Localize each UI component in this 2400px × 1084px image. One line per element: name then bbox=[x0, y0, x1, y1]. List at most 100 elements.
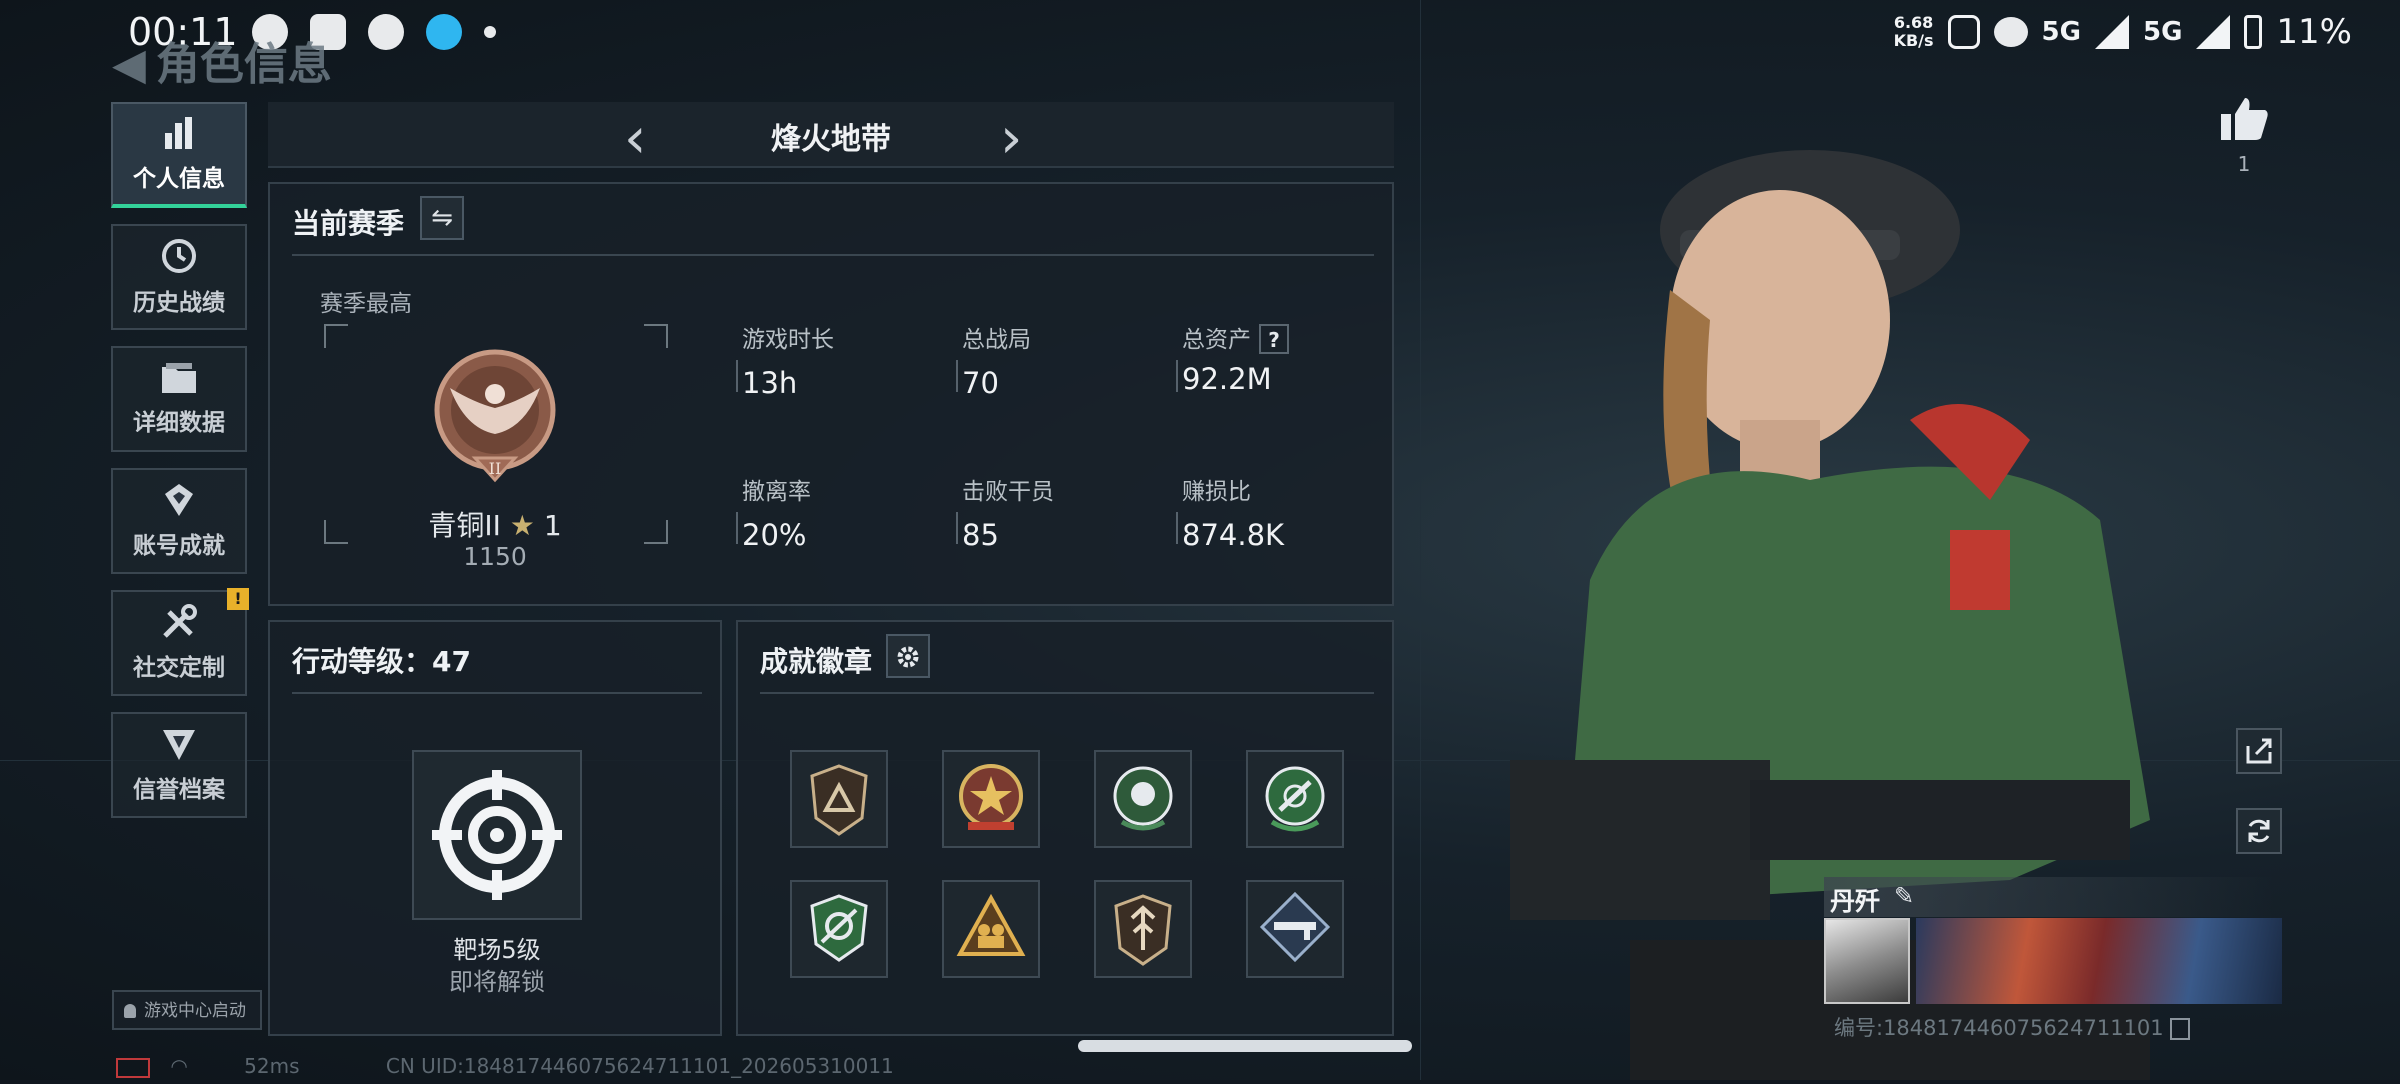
nav-alert-badge: ! bbox=[227, 588, 249, 610]
blue-rifle-badge-icon bbox=[1259, 891, 1331, 963]
name-strip bbox=[1824, 877, 2274, 917]
stat-label: 击败干员 bbox=[962, 479, 1054, 505]
low-battery-icon bbox=[116, 1057, 150, 1078]
next-mode-button[interactable]: › bbox=[1000, 106, 1022, 171]
wifi-icon bbox=[1993, 17, 2028, 47]
nav-item-detail-data[interactable]: 详细数据 bbox=[111, 346, 247, 452]
credit-icon bbox=[163, 730, 195, 760]
cn-uid: CN UID:1848174460756247111­01_2026053100… bbox=[385, 1054, 894, 1078]
home-indicator[interactable] bbox=[1078, 1040, 1412, 1052]
medal-numeral: II bbox=[489, 459, 502, 478]
wifi-small-icon: ◠ bbox=[170, 1054, 188, 1078]
refresh-icon bbox=[2248, 819, 2270, 843]
thumbs-up-icon bbox=[2221, 98, 2268, 140]
nav-label: 历史战绩 bbox=[133, 290, 225, 316]
gold-team-badge-icon bbox=[956, 893, 1026, 956]
rank-name-line: 青铜II ★ 1 bbox=[270, 504, 720, 544]
rank-stars: 1 bbox=[543, 509, 562, 542]
nfc-icon bbox=[1947, 15, 1980, 49]
nav-item-achievements[interactable]: 账号成就 bbox=[111, 468, 247, 574]
range-level-name: 靶场5级 bbox=[453, 936, 541, 964]
badge-slot[interactable] bbox=[1094, 750, 1192, 848]
badge-slot[interactable] bbox=[790, 750, 888, 848]
rank-star-icon: ★ bbox=[509, 509, 535, 542]
nav-item-credit[interactable]: 信誉档案 bbox=[111, 712, 247, 818]
like-button[interactable]: 1 bbox=[2214, 96, 2274, 176]
nav-item-personal-info[interactable]: 个人信息 bbox=[111, 102, 247, 208]
badge-settings-button[interactable] bbox=[886, 634, 930, 678]
badge-slot[interactable] bbox=[1246, 750, 1344, 848]
refresh-button[interactable] bbox=[2236, 808, 2282, 854]
nav-item-history[interactable]: 历史战绩 bbox=[111, 224, 247, 330]
target-icon bbox=[432, 770, 562, 900]
nav-item-social[interactable]: ! 社交定制 bbox=[111, 588, 249, 696]
stat-profit-ratio: 赚损比 874.8K bbox=[1176, 472, 1382, 552]
divider bbox=[292, 254, 1374, 256]
range-level-status: 即将解锁 bbox=[449, 968, 545, 996]
achievement-badges-panel: 成就徽章 bbox=[736, 620, 1394, 1036]
stat-label: 赚损比 bbox=[1182, 479, 1251, 505]
stat-label: 撤离率 bbox=[742, 479, 811, 505]
edit-name-icon[interactable]: ✎ bbox=[1894, 882, 1914, 910]
action-level-panel: 行动等级：47 靶场5级 即将解锁 bbox=[268, 620, 722, 1036]
rose-green-badge-icon bbox=[1113, 766, 1173, 831]
triangle-shield-badge-icon bbox=[810, 764, 868, 836]
range-reward-item[interactable] bbox=[412, 750, 582, 920]
badge-slot[interactable] bbox=[790, 880, 888, 978]
avatar[interactable] bbox=[1824, 918, 1910, 1004]
frame-corner bbox=[324, 324, 348, 348]
badge-slot[interactable] bbox=[1246, 880, 1344, 978]
nav-label: 社交定制 bbox=[133, 655, 225, 681]
gear-icon bbox=[897, 646, 919, 668]
battery-level: 11% bbox=[2276, 12, 2352, 52]
stat-value: 92.2M bbox=[1182, 362, 1272, 396]
speed-unit: KB/s bbox=[1893, 31, 1934, 50]
footer-info: ◠ 52ms CN UID:1848174460756247111­01_202… bbox=[116, 1054, 894, 1078]
stat-label: 游戏时长 bbox=[742, 327, 834, 353]
nav-label: 信誉档案 bbox=[133, 777, 225, 803]
game-center-launch-button[interactable]: 游戏中心启动 bbox=[112, 990, 262, 1030]
rank-name: 青铜II bbox=[428, 509, 501, 542]
mode-title: 烽火地带 bbox=[771, 122, 891, 157]
network-type-1: 5G bbox=[2041, 17, 2081, 47]
achievements-title: 成就徽章 bbox=[760, 645, 873, 678]
status-bar: 00:11 6.68 KB/s 5G 5G 11% bbox=[0, 0, 2400, 68]
copy-icon[interactable] bbox=[2169, 1018, 2190, 1040]
stat-value: 85 bbox=[962, 518, 999, 552]
player-name: 丹歼 bbox=[1830, 887, 1881, 916]
share-icon bbox=[2246, 738, 2272, 764]
nav-label: 个人信息 bbox=[133, 166, 225, 192]
nav-label: 账号成就 bbox=[133, 533, 225, 559]
share-button[interactable] bbox=[2236, 728, 2282, 774]
bar-chart-icon bbox=[165, 117, 192, 149]
player-id: 编号:1848174460756247111­01 bbox=[1834, 1016, 2164, 1040]
stat-label: 总战局 bbox=[962, 327, 1031, 353]
stat-label: 总资产 bbox=[1182, 327, 1251, 353]
nav-label: 详细数据 bbox=[133, 410, 225, 436]
badge-slot[interactable] bbox=[942, 750, 1040, 848]
wechat-icon bbox=[368, 14, 404, 50]
rank-score: 1150 bbox=[463, 542, 527, 571]
star-emblem-badge-icon bbox=[959, 764, 1023, 830]
badge-slot[interactable] bbox=[1094, 880, 1192, 978]
profile-banner[interactable] bbox=[1916, 918, 2282, 1004]
history-icon bbox=[162, 239, 196, 273]
current-season-panel: 当前赛季 ⇋ 赛季最高 II 青铜II ★ 1 1150 游戏时长 13h 总战… bbox=[268, 182, 1394, 606]
achievement-icon bbox=[165, 484, 193, 516]
qq-icon bbox=[426, 14, 462, 50]
season-title: 当前赛季 bbox=[292, 207, 405, 240]
player-id-line: 编号:1848174460756247111­01 bbox=[1834, 1012, 2190, 1042]
back-arrow-icon: ◀ bbox=[112, 39, 146, 90]
season-best-label: 赛季最高 bbox=[320, 291, 412, 317]
bronze-rank-medal-icon: II bbox=[434, 349, 556, 483]
status-right: 6.68 KB/s 5G 5G 11% bbox=[1894, 12, 2352, 52]
back-button[interactable]: ◀ 角色信息 bbox=[112, 28, 332, 92]
badge-slot[interactable] bbox=[942, 880, 1040, 978]
latency: 52ms bbox=[244, 1054, 300, 1078]
folder-icon bbox=[162, 363, 196, 393]
season-switch-button[interactable]: ⇋ bbox=[420, 196, 464, 240]
assets-help-button[interactable]: ? bbox=[1259, 324, 1289, 354]
more-notifications-dot bbox=[484, 26, 496, 38]
battery-icon bbox=[2244, 15, 2263, 49]
arrow-shield-badge-icon bbox=[1114, 894, 1172, 966]
